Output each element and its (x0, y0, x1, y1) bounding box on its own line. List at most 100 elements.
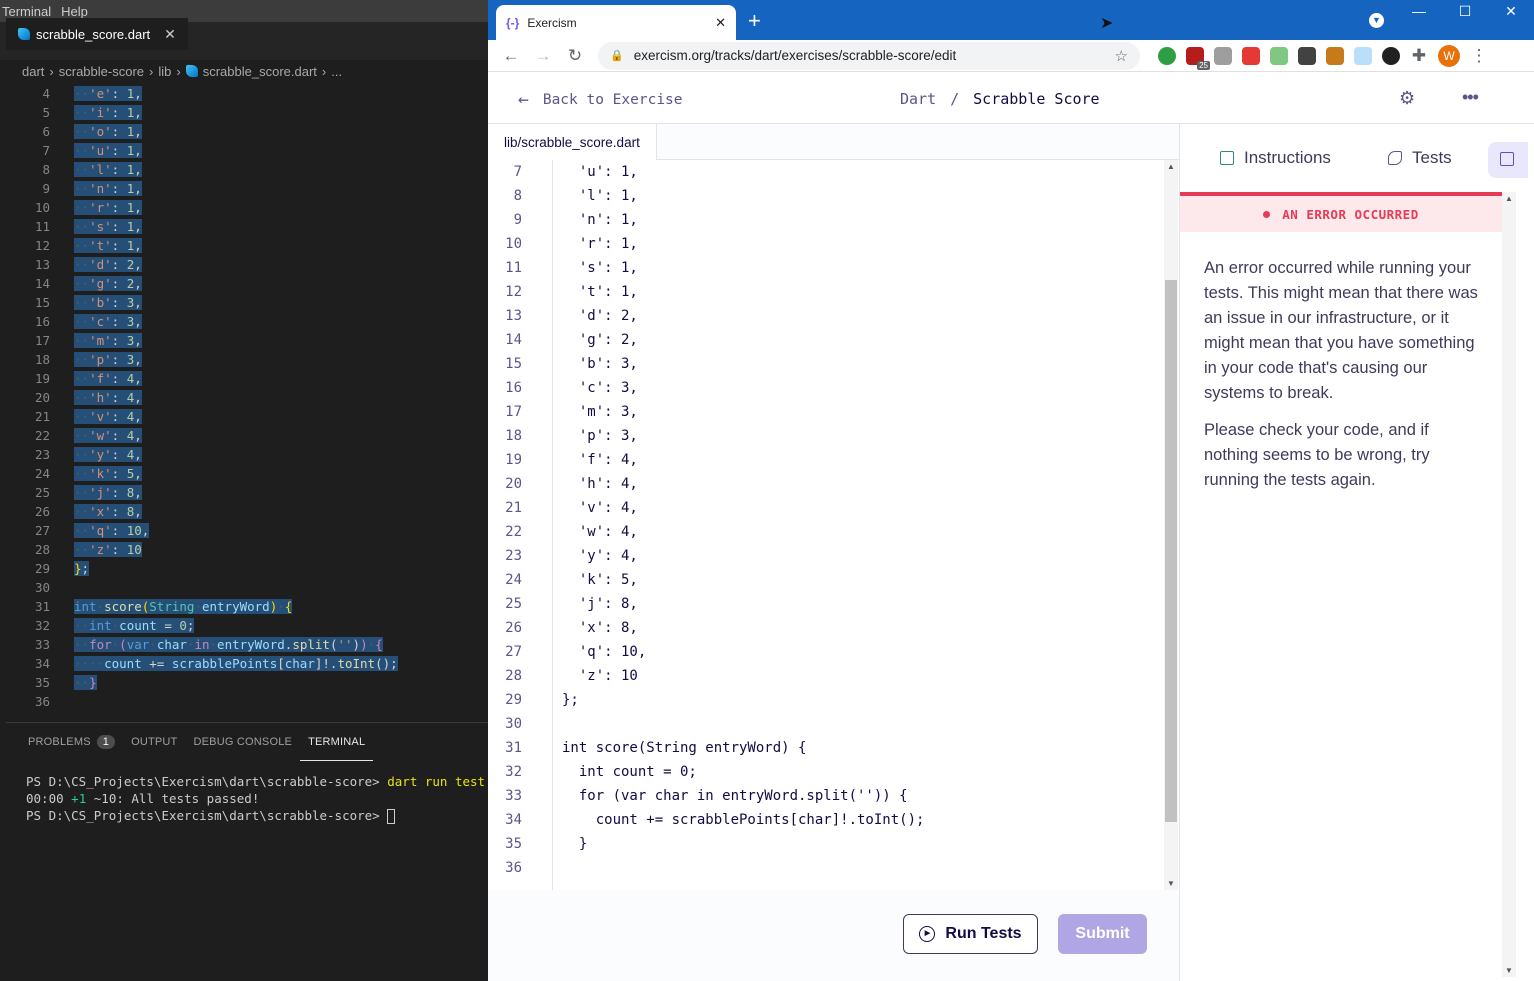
kebab-menu-icon[interactable]: ⋮ (1470, 46, 1488, 66)
browser-tab-title: Exercism (527, 15, 577, 30)
run-tests-label: Run Tests (945, 925, 1022, 942)
close-window-button[interactable]: ✕ (1488, 0, 1534, 28)
extension-ublock-icon[interactable]: 25 (1186, 46, 1210, 70)
crumb-track[interactable]: Dart (900, 90, 936, 108)
menu-help[interactable]: Help (59, 4, 96, 19)
menu-terminal[interactable]: Terminal (0, 4, 59, 19)
terminal-output[interactable]: PS D:\CS_Projects\Exercism\dart\scrabble… (6, 761, 488, 836)
code-text: ··'n': 1, (50, 179, 142, 198)
code-token: , (134, 447, 142, 462)
code-token: , (134, 105, 142, 120)
maximize-button[interactable]: ☐ (1442, 0, 1488, 28)
minimize-button[interactable]: — (1396, 0, 1442, 28)
run-tests-button[interactable]: ▶ Run Tests (903, 914, 1038, 954)
code-line: 20 'h': 4, (488, 472, 1164, 496)
code-text: 'h': 4, (562, 476, 638, 492)
forward-arrow-icon[interactable]: → (534, 46, 552, 66)
editor-scrollbar-thumb[interactable] (1165, 280, 1177, 822)
breadcrumb-lib[interactable]: lib (158, 64, 171, 79)
line-number: 36 (34, 694, 50, 709)
code-text: ··'g': 2, (50, 274, 142, 293)
code-token: char (156, 637, 187, 652)
tab-debug-console[interactable]: DEBUG CONSOLE (185, 723, 300, 761)
code-token: ···· (74, 656, 105, 671)
extension-green-icon[interactable] (1158, 46, 1176, 65)
scroll-up-icon[interactable]: ▲ (1505, 194, 1513, 203)
browser-tab-exercism[interactable]: {-} Exercism ✕ (496, 5, 736, 40)
tab-search-icon[interactable]: ▼ (1369, 13, 1384, 28)
tab-terminal[interactable]: TERMINAL (300, 723, 374, 761)
extension-gray-icon[interactable] (1214, 46, 1232, 65)
scroll-down-icon[interactable]: ▼ (1505, 966, 1513, 975)
code-text: 'l': 1, (562, 188, 638, 204)
editor-scrollbar[interactable]: ▲ ▼ (1164, 160, 1178, 890)
extension-light-green-icon[interactable] (1270, 46, 1288, 65)
puzzle-extensions-icon[interactable]: ✚ (1410, 46, 1428, 66)
close-icon[interactable]: ✕ (715, 15, 726, 31)
code-token: : (111, 485, 127, 500)
gear-icon[interactable]: ⚙ (1399, 88, 1415, 109)
more-options-icon[interactable]: ••• (1462, 87, 1479, 108)
problems-count-badge: 1 (96, 735, 116, 749)
tab-instructions[interactable]: Instructions (1220, 148, 1331, 168)
line-number: 19 (505, 452, 522, 468)
scroll-down-icon[interactable]: ▼ (1167, 879, 1175, 888)
profile-avatar[interactable]: W (1438, 44, 1460, 67)
extension-video-icon[interactable] (1298, 46, 1316, 65)
new-tab-button[interactable]: + (748, 8, 761, 34)
code-token: = (156, 618, 180, 633)
code-content: ··'o': 1, (74, 124, 142, 139)
tab-problems[interactable]: PROBLEMS 1 (20, 723, 123, 761)
vscode-window: Terminal Help scrabble_score.dart ✕ dart… (0, 0, 488, 981)
code-token: : (111, 523, 127, 538)
line-number: 22 (505, 524, 522, 540)
code-token: toInt (337, 656, 376, 671)
code-token: int (89, 618, 112, 633)
extension-tp-icon[interactable] (1242, 46, 1260, 65)
code-line: 33 for (var char in entryWord.split(''))… (488, 784, 1164, 808)
exercism-code-editor[interactable]: 7 'u': 1, 8 'l': 1, 9 'n': 1, 10 'r': 1, 11 … (488, 160, 1164, 890)
back-arrow-icon[interactable]: ← (502, 46, 520, 66)
code-token: ( (119, 637, 127, 652)
dart-file-icon (185, 65, 198, 77)
code-content: ··'s': 1, (74, 219, 142, 234)
submit-button[interactable]: Submit (1058, 914, 1147, 954)
file-tab[interactable]: lib/scrabble_score.dart (488, 124, 657, 160)
terminal-pass-count: +1 (71, 791, 87, 806)
code-token: entryWord (201, 599, 270, 614)
code-token: 'q' (89, 523, 112, 538)
code-line: 20 ··'h': 4, (6, 388, 488, 407)
code-token: , (134, 219, 142, 234)
line-number: 31 (34, 599, 50, 614)
code-token: , (134, 428, 142, 443)
back-to-exercise-link[interactable]: ← Back to Exercise (518, 89, 683, 110)
line-number: 22 (34, 428, 50, 443)
reload-icon[interactable]: ↻ (566, 46, 584, 66)
vscode-editor-tab[interactable]: scrabble_score.dart ✕ (6, 18, 188, 50)
breadcrumb-scrabble-score[interactable]: scrabble-score (59, 64, 144, 79)
code-content: ··int·count = 0; (74, 618, 195, 633)
breadcrumb-file[interactable]: scrabble_score.dart (203, 64, 317, 79)
tab-output[interactable]: OUTPUT (123, 723, 185, 761)
code-token: : (111, 181, 127, 196)
address-bar[interactable]: 🔒 exercism.org/tracks/dart/exercises/scr… (598, 41, 1140, 70)
code-token: 't' (89, 238, 112, 253)
terminal-time: 00:00 (26, 791, 64, 806)
scroll-up-icon[interactable]: ▲ (1167, 162, 1175, 171)
breadcrumb-dart[interactable]: dart (22, 64, 44, 79)
sidebar-scrollbar[interactable]: ▲ ▼ (1502, 192, 1516, 977)
extension-orange-icon[interactable] (1326, 46, 1344, 65)
vscode-code-editor[interactable]: 4 ··'e': 1, 5 ··'i': 1, 6 ··'o': 1, 7 ··'u': 1,… (6, 84, 488, 722)
close-icon[interactable]: ✕ (164, 26, 176, 43)
extension-light-blue-icon[interactable] (1354, 46, 1372, 65)
bookmark-star-icon[interactable]: ☆ (1115, 47, 1128, 65)
breadcrumb-ellipsis[interactable]: ... (331, 64, 342, 79)
tab-results[interactable] (1488, 142, 1528, 178)
chevron-right-icon: › (176, 63, 181, 79)
extension-dark-icon[interactable] (1382, 46, 1400, 65)
vscode-tabbar: scrabble_score.dart ✕ (0, 18, 488, 60)
vscode-bottom-panel: PROBLEMS 1 OUTPUT DEBUG CONSOLE TERMINAL… (6, 722, 488, 981)
code-text: ··'o': 1, (50, 122, 142, 141)
code-content: ··'i': 1, (74, 105, 142, 120)
tab-tests[interactable]: Tests (1388, 148, 1452, 168)
